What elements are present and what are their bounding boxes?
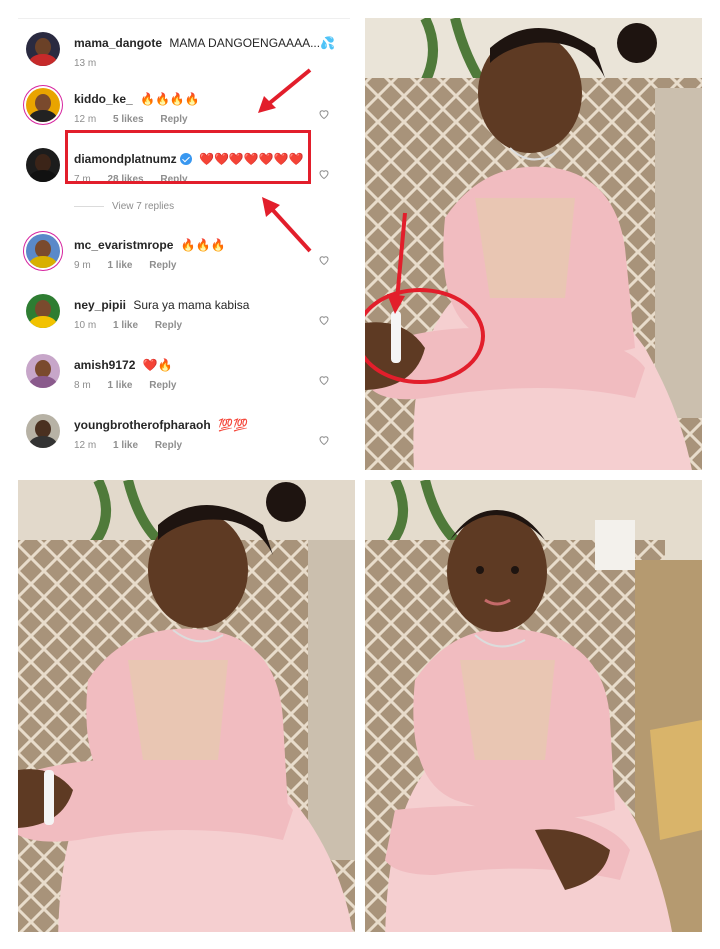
avatar[interactable] — [26, 88, 60, 122]
comment-text: 💯💯 — [218, 418, 248, 432]
reply-button[interactable]: Reply — [160, 114, 187, 125]
reply-button[interactable]: Reply — [149, 380, 176, 391]
heart-icon[interactable] — [318, 374, 330, 386]
comment-username[interactable]: mama_dangote — [74, 36, 162, 50]
view-replies-label: View 7 replies — [112, 201, 175, 212]
avatar[interactable] — [26, 234, 60, 268]
divider — [74, 206, 104, 207]
avatar[interactable] — [26, 32, 60, 66]
reply-button[interactable]: Reply — [155, 440, 182, 451]
comment-meta: 9 m 1 like Reply — [74, 260, 191, 271]
comment-text: 🔥🔥🔥🔥 — [140, 92, 200, 106]
comment-row: youngbrotherofpharaoh 💯💯 12 m 1 like Rep… — [18, 412, 350, 468]
avatar[interactable] — [26, 294, 60, 328]
comment-username[interactable]: amish9172 — [74, 358, 135, 372]
comment-username[interactable]: kiddo_ke_ — [74, 92, 133, 106]
comment-row: ney_pipii Sura ya mama kabisa 10 m 1 lik… — [18, 292, 350, 348]
comment-text: MAMA DANGOENGAAAA...💦 — [169, 36, 336, 50]
avatar[interactable] — [26, 148, 60, 182]
likes-count[interactable]: 1 like — [113, 320, 138, 331]
comment-text: 🔥🔥🔥 — [180, 238, 226, 252]
avatar[interactable] — [26, 414, 60, 448]
comment-username[interactable]: ney_pipii — [74, 298, 126, 312]
likes-count[interactable]: 1 like — [113, 440, 138, 451]
likes-count[interactable]: 1 like — [107, 260, 132, 271]
comment-meta: 12 m 5 likes Reply — [74, 114, 202, 125]
heart-icon[interactable] — [318, 254, 330, 266]
comment-meta: 10 m 1 like Reply — [74, 320, 196, 331]
heart-icon[interactable] — [318, 314, 330, 326]
comment-text: Sura ya mama kabisa — [133, 298, 250, 312]
heart-icon[interactable] — [318, 108, 330, 120]
comment-time: 10 m — [74, 320, 97, 331]
view-replies-link[interactable]: View 7 replies — [74, 201, 174, 212]
comment-text: ❤️🔥 — [142, 358, 173, 372]
heart-icon[interactable] — [318, 168, 330, 180]
comment-meta: 12 m 1 like Reply — [74, 440, 196, 451]
comment-row: amish9172 ❤️🔥 8 m 1 like Reply — [18, 352, 350, 408]
photo-girl-smiling — [365, 480, 702, 932]
comment-username[interactable]: youngbrotherofpharaoh — [74, 418, 211, 432]
comment-time: 12 m — [74, 114, 97, 125]
divider — [18, 18, 350, 19]
comment-username[interactable]: mc_evaristmrope — [74, 238, 173, 252]
comment-time: 13 m — [74, 58, 97, 69]
comment-time: 12 m — [74, 440, 97, 451]
photo-girl-profile-highlight — [365, 18, 702, 470]
comment-meta: 8 m 1 like Reply — [74, 380, 191, 391]
likes-count[interactable]: 1 like — [107, 380, 132, 391]
avatar[interactable] — [26, 354, 60, 388]
arrow-icon — [258, 68, 312, 113]
comment-meta: 13 m — [74, 58, 110, 69]
comment-time: 9 m — [74, 260, 91, 271]
reply-button[interactable]: Reply — [149, 260, 176, 271]
heart-icon[interactable] — [318, 434, 330, 446]
photo-girl-profile — [18, 480, 355, 932]
highlight-box — [65, 130, 311, 184]
reply-button[interactable]: Reply — [155, 320, 182, 331]
comment-time: 8 m — [74, 380, 91, 391]
likes-count[interactable]: 5 likes — [113, 114, 144, 125]
comment-row: mc_evaristmrope 🔥🔥🔥 9 m 1 like Reply — [18, 232, 350, 288]
comments-panel: mama_dangote MAMA DANGOENGAAAA...💦 13 m … — [18, 18, 350, 470]
